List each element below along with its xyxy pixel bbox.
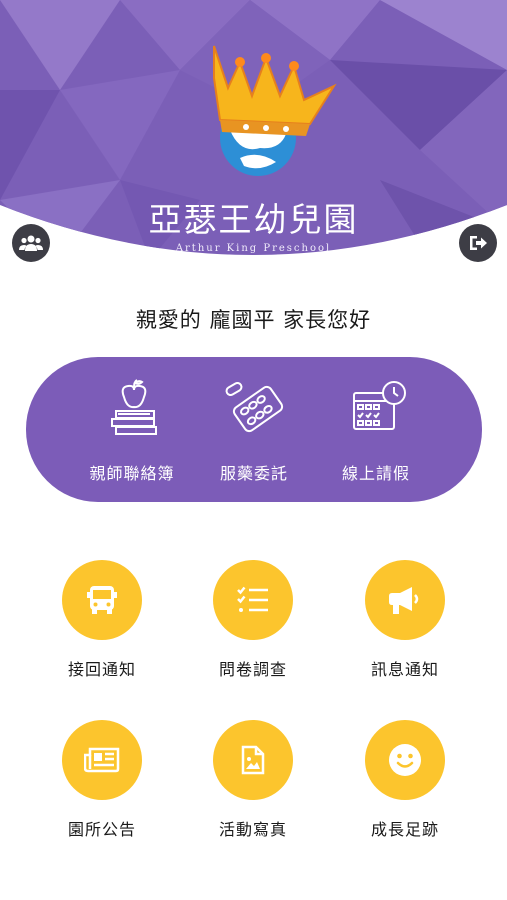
header-banner: 亞瑟王幼兒園 Arthur King Preschool <box>0 0 507 270</box>
menu-activity-photos[interactable]: 活動寫真 <box>188 720 318 860</box>
calendar-clock-icon <box>353 381 406 430</box>
survey-label: 問卷調查 <box>218 660 287 679</box>
crown-globe-logo <box>213 45 337 176</box>
menu-growth-record[interactable]: 成長足跡 <box>340 720 470 860</box>
pickup-notice-circle <box>62 560 142 640</box>
menu-leave-request-label: 線上請假 <box>341 464 410 483</box>
activity-photos-label: 活動寫真 <box>218 820 287 839</box>
checklist-icon <box>237 586 268 612</box>
growth-record-label: 成長足跡 <box>370 820 439 839</box>
survey-circle <box>213 560 293 640</box>
announcements-circle <box>62 720 142 800</box>
menu-leave-request[interactable]: 線上請假 <box>311 357 441 502</box>
menu-medication[interactable]: 服藥委託 <box>189 357 319 502</box>
logout-icon <box>470 236 487 250</box>
messages-circle <box>365 560 445 640</box>
menu-contact-book[interactable]: 親師聯絡簿 <box>67 357 197 502</box>
logout-button[interactable] <box>459 224 497 262</box>
photo-file-icon <box>241 745 265 775</box>
menu-contact-book-label: 親師聯絡簿 <box>89 464 175 483</box>
bus-icon <box>87 586 117 614</box>
menu-survey[interactable]: 問卷調查 <box>188 560 318 700</box>
menu-messages[interactable]: 訊息通知 <box>340 560 470 700</box>
group-icon <box>19 235 43 251</box>
pickup-notice-label: 接回通知 <box>67 660 136 679</box>
announcements-label: 園所公告 <box>67 820 136 839</box>
greeting-text: 親愛的 龐國平 家長您好 <box>135 308 372 332</box>
megaphone-icon <box>389 587 419 614</box>
top-menu-panel: 親師聯絡簿 服藥委託 線上請假 <box>26 357 482 502</box>
newspaper-icon <box>84 747 120 773</box>
apple-books-icon <box>111 379 157 435</box>
pill-pack-icon <box>225 382 284 433</box>
menu-announcements[interactable]: 園所公告 <box>37 720 167 860</box>
menu-pickup-notice[interactable]: 接回通知 <box>37 560 167 700</box>
school-name: 亞瑟王幼兒園 <box>148 200 359 239</box>
growth-record-circle <box>365 720 445 800</box>
smiley-icon <box>389 744 421 776</box>
group-button[interactable] <box>12 224 50 262</box>
activity-photos-circle <box>213 720 293 800</box>
messages-label: 訊息通知 <box>370 660 439 679</box>
menu-medication-label: 服藥委託 <box>219 464 288 483</box>
school-name-en: Arthur King Preschool <box>175 243 332 254</box>
